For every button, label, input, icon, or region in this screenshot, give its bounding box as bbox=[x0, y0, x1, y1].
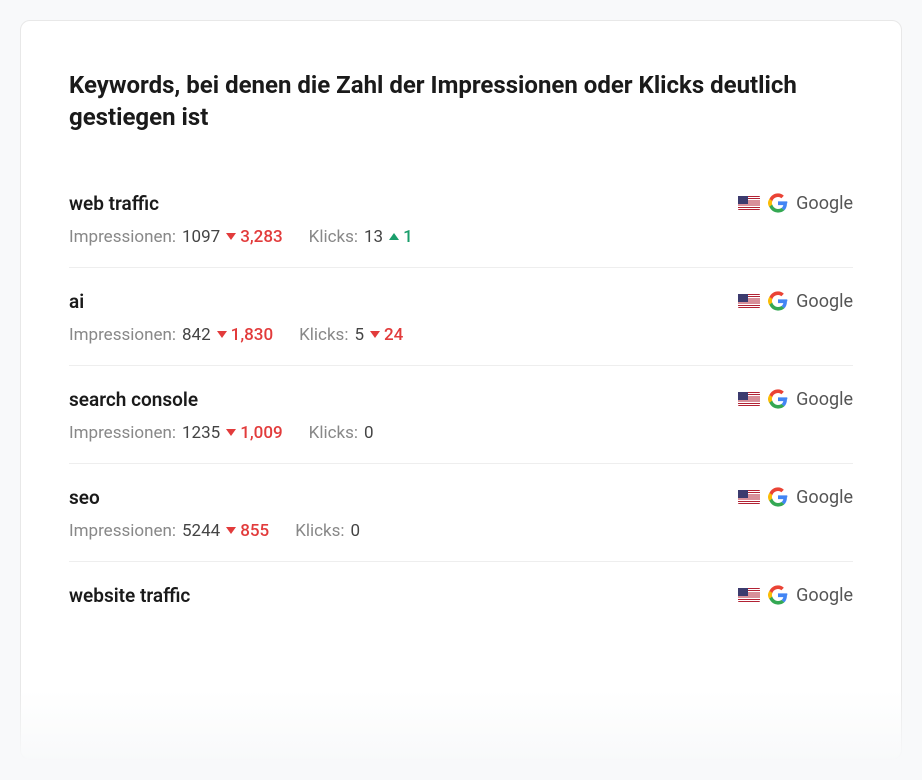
google-icon bbox=[768, 193, 788, 213]
impressions-stat: Impressionen: 1235 1,009 bbox=[69, 423, 283, 443]
engine-name: Google bbox=[796, 389, 853, 410]
impressions-value: 5244 bbox=[182, 521, 220, 541]
keyword-row[interactable]: search console Google Impressionen: 1235 1,… bbox=[69, 366, 853, 464]
impressions-delta-value: 855 bbox=[240, 521, 269, 541]
keywords-card: Keywords, bei denen die Zahl der Impress… bbox=[20, 20, 902, 760]
impressions-stat: Impressionen: 1097 3,283 bbox=[69, 227, 283, 247]
clicks-delta-value: 24 bbox=[384, 325, 403, 345]
search-engine: Google bbox=[738, 585, 853, 606]
search-engine: Google bbox=[738, 487, 853, 508]
google-icon bbox=[768, 389, 788, 409]
impressions-delta-value: 1,830 bbox=[231, 325, 273, 345]
keyword-name: seo bbox=[69, 486, 100, 509]
keyword-stats: Impressionen: 1235 1,009 Klicks: 0 bbox=[69, 423, 853, 443]
clicks-label: Klicks: bbox=[309, 423, 358, 443]
engine-name: Google bbox=[796, 291, 853, 312]
clicks-stat: Klicks: 0 bbox=[295, 521, 360, 541]
impressions-value: 1097 bbox=[182, 227, 220, 247]
impressions-delta: 1,830 bbox=[217, 325, 273, 345]
keyword-row-head: search console Google bbox=[69, 388, 853, 411]
impressions-label: Impressionen: bbox=[69, 521, 176, 541]
clicks-label: Klicks: bbox=[299, 325, 348, 345]
keyword-row[interactable]: web traffic Google Impressionen: 1097 3,283… bbox=[69, 170, 853, 268]
us-flag-icon bbox=[738, 490, 760, 504]
card-title: Keywords, bei denen die Zahl der Impress… bbox=[69, 69, 853, 134]
caret-down-icon bbox=[226, 429, 236, 436]
us-flag-icon bbox=[738, 196, 760, 210]
keyword-list: web traffic Google Impressionen: 1097 3,283… bbox=[69, 170, 853, 639]
google-icon bbox=[768, 291, 788, 311]
clicks-value: 13 bbox=[364, 227, 383, 247]
impressions-delta-value: 1,009 bbox=[240, 423, 282, 443]
caret-down-icon bbox=[370, 331, 380, 338]
keyword-row-head: website traffic Google bbox=[69, 584, 853, 607]
keyword-stats: Impressionen: 842 1,830 Klicks: 5 24 bbox=[69, 325, 853, 345]
clicks-label: Klicks: bbox=[295, 521, 344, 541]
clicks-value: 5 bbox=[354, 325, 364, 345]
clicks-stat: Klicks: 5 24 bbox=[299, 325, 403, 345]
keyword-name: web traffic bbox=[69, 192, 159, 215]
impressions-stat: Impressionen: 842 1,830 bbox=[69, 325, 273, 345]
us-flag-icon bbox=[738, 294, 760, 308]
keyword-stats: Impressionen: 1097 3,283 Klicks: 13 1 bbox=[69, 227, 853, 247]
engine-name: Google bbox=[796, 193, 853, 214]
search-engine: Google bbox=[738, 193, 853, 214]
keyword-row[interactable]: seo Google Impressionen: 5244 855 Klicks: 0 bbox=[69, 464, 853, 562]
caret-down-icon bbox=[226, 233, 236, 240]
caret-up-icon bbox=[389, 233, 399, 240]
us-flag-icon bbox=[738, 588, 760, 602]
caret-down-icon bbox=[226, 527, 236, 534]
clicks-stat: Klicks: 0 bbox=[309, 423, 374, 443]
clicks-delta: 24 bbox=[370, 325, 403, 345]
clicks-delta: 1 bbox=[389, 227, 413, 247]
impressions-label: Impressionen: bbox=[69, 325, 176, 345]
impressions-value: 842 bbox=[182, 325, 211, 345]
google-icon bbox=[768, 585, 788, 605]
clicks-value: 0 bbox=[364, 423, 374, 443]
engine-name: Google bbox=[796, 585, 853, 606]
impressions-value: 1235 bbox=[182, 423, 220, 443]
keyword-row-head: ai Google bbox=[69, 290, 853, 313]
engine-name: Google bbox=[796, 487, 853, 508]
impressions-delta: 855 bbox=[226, 521, 269, 541]
impressions-delta: 1,009 bbox=[226, 423, 282, 443]
clicks-delta-value: 1 bbox=[403, 227, 413, 247]
keyword-name: website traffic bbox=[69, 584, 190, 607]
keyword-stats: Impressionen: 5244 855 Klicks: 0 bbox=[69, 521, 853, 541]
clicks-stat: Klicks: 13 1 bbox=[309, 227, 413, 247]
keyword-name: search console bbox=[69, 388, 198, 411]
impressions-delta: 3,283 bbox=[226, 227, 282, 247]
keyword-name: ai bbox=[69, 290, 84, 313]
impressions-stat: Impressionen: 5244 855 bbox=[69, 521, 269, 541]
caret-down-icon bbox=[217, 331, 227, 338]
google-icon bbox=[768, 487, 788, 507]
keyword-row[interactable]: ai Google Impressionen: 842 1,830 Klicks: 5 24 bbox=[69, 268, 853, 366]
keyword-row-head: seo Google bbox=[69, 486, 853, 509]
search-engine: Google bbox=[738, 389, 853, 410]
clicks-label: Klicks: bbox=[309, 227, 358, 247]
keyword-row-head: web traffic Google bbox=[69, 192, 853, 215]
impressions-label: Impressionen: bbox=[69, 423, 176, 443]
clicks-value: 0 bbox=[351, 521, 361, 541]
us-flag-icon bbox=[738, 392, 760, 406]
impressions-delta-value: 3,283 bbox=[240, 227, 282, 247]
impressions-label: Impressionen: bbox=[69, 227, 176, 247]
search-engine: Google bbox=[738, 291, 853, 312]
keyword-row[interactable]: website traffic Google bbox=[69, 562, 853, 639]
